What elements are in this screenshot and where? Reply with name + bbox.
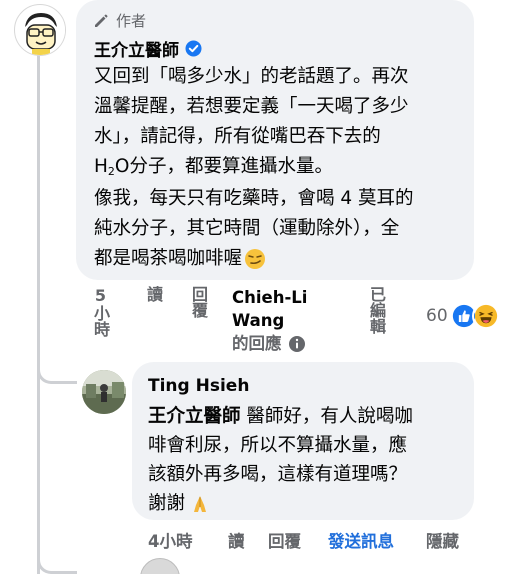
replied-by: Chieh-Li Wang 的回應 — [232, 286, 307, 355]
edited-label: 已編輯 — [367, 286, 386, 334]
comment-line: 像我，每天只有吃藥時，會喝 4 莫耳的 — [94, 188, 414, 209]
reply-author-avatar[interactable] — [82, 370, 126, 414]
read-button[interactable]: 讀 — [144, 286, 163, 302]
pencil-icon — [95, 13, 108, 27]
comment-line: 溫馨提醒，若想要定義「一天喝了多少 — [94, 96, 409, 117]
profile-photo-icon — [82, 370, 126, 414]
replied-by-suffix: 的回應 — [232, 332, 307, 355]
haha-reaction-icon — [471, 302, 500, 330]
reply-body: 王介立醫師 醫師好，有人說喝咖 啡會利尿，所以不算攝水量，應 該額外再多喝，這樣… — [148, 402, 468, 518]
comment-paragraph: 又回到「喝多少水」的老話題了。再次 溫馨提醒，若想要定義「一天喝了多少 水」，請… — [94, 62, 464, 187]
reply-line: 該額外再多喝，這樣有道理嗎？ — [148, 464, 408, 485]
reply-button[interactable]: 回覆 — [189, 286, 208, 318]
reply-line: 謝謝 — [148, 489, 468, 518]
reaction-count: 60 — [426, 306, 448, 326]
comment-author-name[interactable]: 王介立醫師 — [94, 36, 179, 61]
author-role-label: 作者 — [116, 12, 147, 30]
reply-author-name[interactable]: Ting Hsieh — [148, 376, 249, 396]
info-icon[interactable] — [288, 335, 306, 353]
comment-line: H2O分子，都要算進攝水量。 — [94, 156, 333, 178]
verified-badge-icon — [185, 40, 202, 57]
author-badge: 作者 — [92, 10, 146, 31]
folded-hands-emoji-icon — [194, 495, 207, 512]
reply-line: 啡會利尿，所以不算攝水量，應 — [148, 435, 408, 456]
hide-button[interactable]: 隱藏 — [426, 528, 459, 552]
smirk-emoji-icon — [245, 249, 266, 269]
comment-paragraph: 像我，每天只有吃藥時，會喝 4 莫耳的 純水分子，其它時間（運動除外），全 都是… — [94, 184, 464, 274]
replied-by-name[interactable]: Wang — [232, 309, 307, 332]
reply-actions: 4小時 讀 回覆 發送訊息 隱藏 — [148, 528, 478, 552]
send-message-button[interactable]: 發送訊息 — [328, 528, 426, 552]
replied-by-name[interactable]: Chieh-Li — [232, 286, 307, 309]
reply-button[interactable]: 回覆 — [268, 528, 328, 552]
mention-link[interactable]: 王介立醫師 — [148, 406, 241, 427]
author-avatar[interactable] — [14, 4, 66, 56]
thread-connector — [37, 356, 77, 384]
read-button[interactable]: 讀 — [228, 528, 268, 552]
comment-timestamp[interactable]: 5小時 — [91, 286, 110, 337]
comment-header: 王介立醫師 — [94, 36, 202, 61]
comment-line: 水」，請記得，所有從嘴巴吞下去的 — [94, 126, 381, 147]
comment-line: 又回到「喝多少水」的老話題了。再次 — [94, 66, 409, 87]
thread-connector — [37, 540, 77, 574]
comment-line: 都是喝茶喝咖啡喔 — [94, 244, 464, 274]
comment-line: 純水分子，其它時間（運動除外），全 — [94, 218, 400, 239]
reply-timestamp[interactable]: 4小時 — [148, 528, 228, 552]
next-reply-avatar[interactable] — [140, 558, 180, 574]
thread-line — [37, 52, 40, 574]
reply-line: 王介立醫師 醫師好，有人說喝咖 — [148, 406, 413, 427]
cartoon-avatar-icon — [16, 6, 65, 55]
reactions-summary[interactable]: 60 — [426, 302, 500, 330]
